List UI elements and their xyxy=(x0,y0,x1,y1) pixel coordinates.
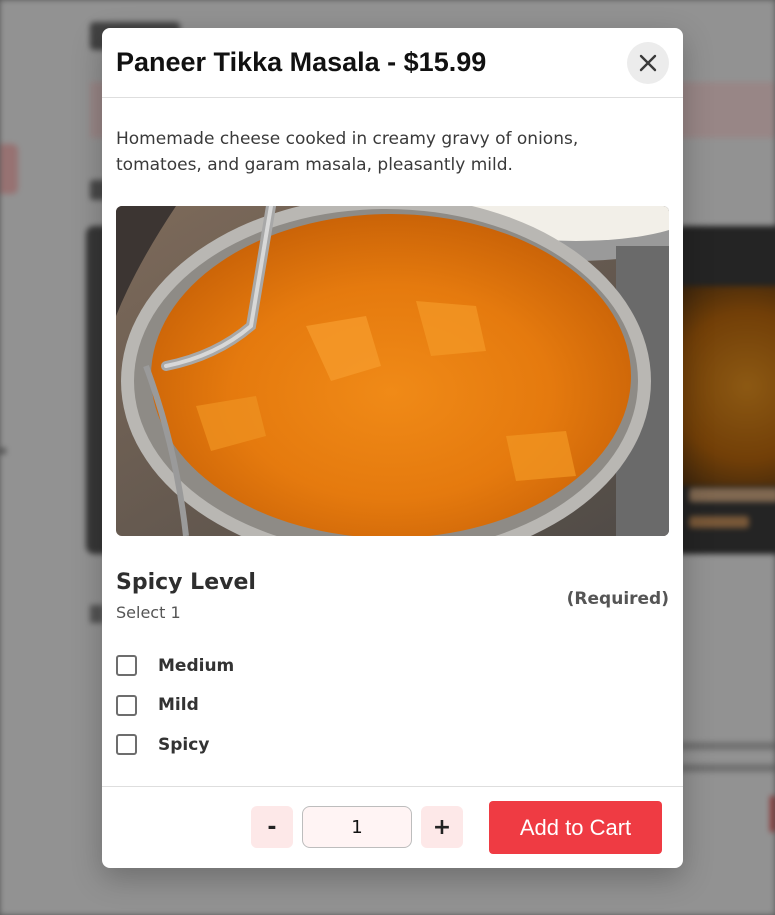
checkbox[interactable] xyxy=(116,734,137,756)
decrease-quantity-button[interactable]: - xyxy=(251,806,293,848)
quantity-input[interactable] xyxy=(302,806,412,848)
modal-title: Paneer Tikka Masala - $15.99 xyxy=(116,47,487,77)
required-label: (Required) xyxy=(566,589,669,609)
increase-quantity-button[interactable]: + xyxy=(421,806,463,848)
option-spicy[interactable]: Spicy xyxy=(116,725,669,765)
spicy-level-header: Spicy Level Select 1 (Required) xyxy=(116,570,669,622)
option-label: Mild xyxy=(158,695,199,716)
spicy-level-title: Spicy Level xyxy=(116,570,256,595)
spicy-level-subtitle: Select 1 xyxy=(116,603,181,622)
modal-footer: - + Add to Cart xyxy=(102,786,683,868)
checkbox[interactable] xyxy=(116,655,137,677)
option-label: Spicy xyxy=(158,734,210,755)
close-button[interactable] xyxy=(627,41,669,84)
close-icon xyxy=(639,54,657,71)
checkbox[interactable] xyxy=(116,694,137,716)
modal-header: Paneer Tikka Masala - $15.99 xyxy=(102,28,683,98)
item-modal: Paneer Tikka Masala - $15.99 Homemade ch… xyxy=(102,28,683,868)
modal-body: Homemade cheese cooked in creamy gravy o… xyxy=(102,98,683,765)
item-photo xyxy=(116,206,669,536)
option-mild[interactable]: Mild xyxy=(116,686,669,726)
item-description: Homemade cheese cooked in creamy gravy o… xyxy=(116,129,579,175)
spicy-level-options: Medium Mild Spicy xyxy=(116,646,669,765)
option-label: Medium xyxy=(158,655,235,676)
add-to-cart-button[interactable]: Add to Cart xyxy=(489,801,662,854)
option-medium[interactable]: Medium xyxy=(116,646,669,686)
item-photo-graphic xyxy=(116,206,669,536)
